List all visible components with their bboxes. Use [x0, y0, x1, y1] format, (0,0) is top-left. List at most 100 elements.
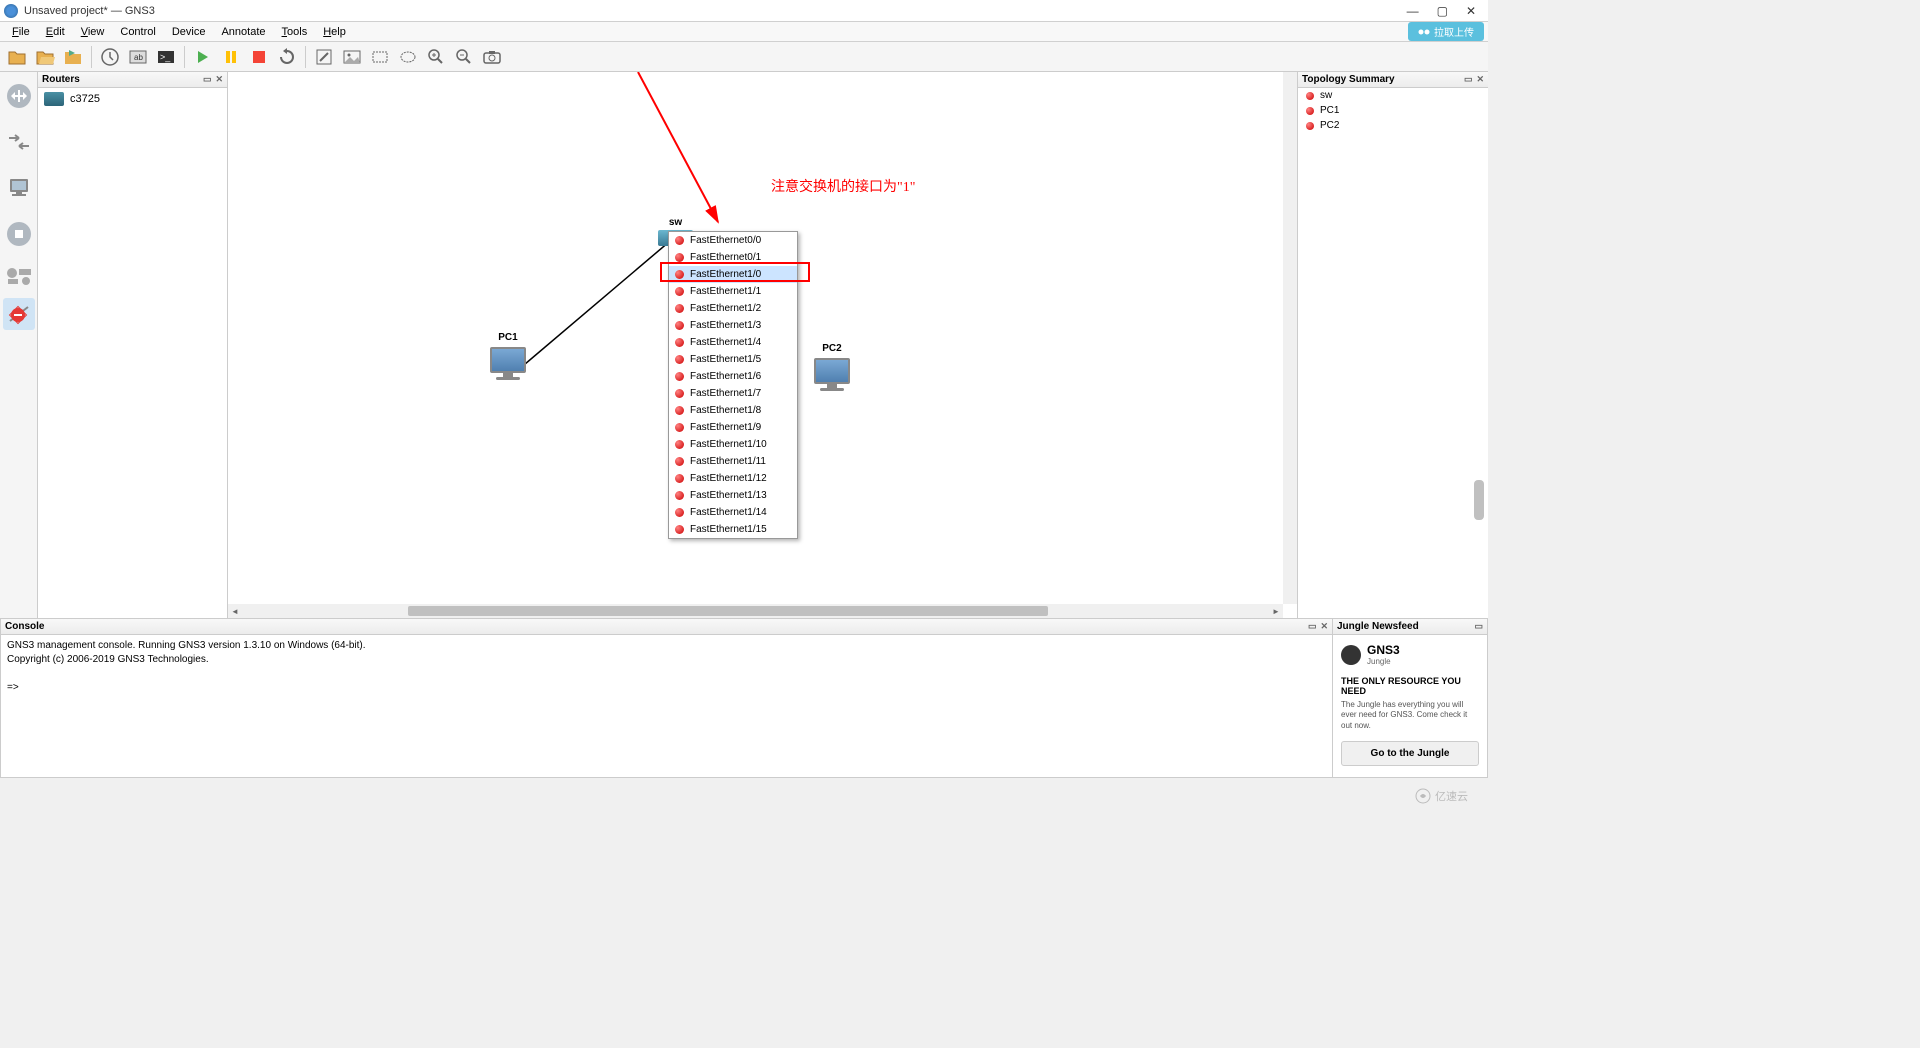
topology-panel-controls: ▭ ✕: [1464, 74, 1484, 85]
image-button[interactable]: [339, 44, 365, 70]
security-devices-button[interactable]: [3, 214, 35, 254]
routers-close-button[interactable]: ✕: [215, 74, 223, 85]
link-tool-button[interactable]: [3, 298, 35, 330]
router-item-label: c3725: [70, 93, 100, 105]
pause-button[interactable]: [218, 44, 244, 70]
scroll-left-arrow[interactable]: ◄: [228, 604, 242, 618]
page-scroll-thumb[interactable]: [1474, 480, 1484, 520]
status-dot-icon: [1306, 92, 1314, 100]
interface-label: FastEthernet1/9: [690, 422, 761, 433]
menu-view[interactable]: View: [73, 24, 113, 40]
topology-node[interactable]: PC2: [1298, 118, 1488, 133]
node-pc1[interactable]: PC1: [488, 332, 528, 382]
interface-option[interactable]: FastEthernet1/5: [669, 351, 797, 368]
switches-category-button[interactable]: [3, 122, 35, 162]
scroll-right-arrow[interactable]: ►: [1269, 604, 1283, 618]
menu-annotate[interactable]: Annotate: [213, 24, 273, 40]
interface-label: FastEthernet1/14: [690, 507, 767, 518]
interface-option[interactable]: FastEthernet0/1: [669, 249, 797, 266]
status-dot-icon: [675, 491, 684, 500]
interface-option[interactable]: FastEthernet1/12: [669, 470, 797, 487]
zoom-in-button[interactable]: [423, 44, 449, 70]
topology-canvas[interactable]: 注意交换机的接口为"1" sw PC1 PC2 FastEthernet0/0F…: [228, 72, 1298, 618]
maximize-button[interactable]: ▢: [1437, 4, 1448, 18]
menu-control[interactable]: Control: [112, 24, 163, 40]
topology-float-button[interactable]: ▭: [1464, 74, 1473, 85]
status-dot-icon: [675, 474, 684, 483]
console-close-button[interactable]: ✕: [1320, 621, 1328, 632]
interface-label: FastEthernet1/11: [690, 456, 766, 467]
minimize-button[interactable]: —: [1407, 4, 1419, 18]
interface-option[interactable]: FastEthernet1/4: [669, 334, 797, 351]
console-line: Copyright (c) 2006-2019 GNS3 Technologie…: [7, 653, 1326, 667]
status-dot-icon: [1306, 122, 1314, 130]
console-float-button[interactable]: ▭: [1308, 621, 1317, 632]
interface-option[interactable]: FastEthernet1/8: [669, 402, 797, 419]
status-dot-icon: [675, 321, 684, 330]
node-pc2[interactable]: PC2: [812, 343, 852, 393]
upload-badge-label: 拉取上传: [1434, 24, 1474, 39]
go-to-jungle-button[interactable]: Go to the Jungle: [1341, 741, 1479, 766]
router-item-c3725[interactable]: c3725: [38, 88, 227, 110]
interface-option[interactable]: FastEthernet1/9: [669, 419, 797, 436]
screenshot-button[interactable]: [479, 44, 505, 70]
menu-file[interactable]: File: [4, 24, 38, 40]
newsfeed-panel-controls: ▭: [1474, 621, 1483, 632]
interface-option[interactable]: FastEthernet1/14: [669, 504, 797, 521]
topology-node[interactable]: PC1: [1298, 103, 1488, 118]
topology-node[interactable]: sw: [1298, 88, 1488, 103]
interface-option[interactable]: FastEthernet1/0: [669, 266, 797, 283]
snapshot-button[interactable]: [97, 44, 123, 70]
note-button[interactable]: [311, 44, 337, 70]
status-dot-icon: [675, 338, 684, 347]
newsfeed-header: Jungle Newsfeed ▭: [1333, 619, 1487, 635]
save-project-button[interactable]: [60, 44, 86, 70]
newsfeed-float-button[interactable]: ▭: [1474, 621, 1483, 632]
interface-option[interactable]: FastEthernet1/11: [669, 453, 797, 470]
interface-option[interactable]: FastEthernet1/10: [669, 436, 797, 453]
start-button[interactable]: [190, 44, 216, 70]
topology-close-button[interactable]: ✕: [1476, 74, 1484, 85]
stop-button[interactable]: [246, 44, 272, 70]
interface-option[interactable]: FastEthernet1/7: [669, 385, 797, 402]
interface-label: FastEthernet1/5: [690, 354, 761, 365]
status-dot-icon: [675, 440, 684, 449]
annotation-text: 注意交换机的接口为"1": [771, 176, 915, 196]
menu-edit[interactable]: Edit: [38, 24, 73, 40]
watermark-text: 亿速云: [1435, 788, 1468, 804]
close-button[interactable]: ✕: [1466, 4, 1476, 18]
upload-badge[interactable]: 拉取上传: [1408, 22, 1484, 41]
canvas-scrollbar-vertical[interactable]: [1283, 72, 1297, 604]
end-devices-button[interactable]: [3, 168, 35, 208]
interface-label: FastEthernet1/4: [690, 337, 761, 348]
ellipse-button[interactable]: [395, 44, 421, 70]
console-all-button[interactable]: >_: [153, 44, 179, 70]
zoom-out-button[interactable]: [451, 44, 477, 70]
all-devices-button[interactable]: [3, 260, 35, 292]
status-dot-icon: [675, 253, 684, 262]
interface-option[interactable]: FastEthernet1/2: [669, 300, 797, 317]
menu-device[interactable]: Device: [164, 24, 214, 40]
menu-help[interactable]: Help: [315, 24, 354, 40]
show-interface-button[interactable]: ab: [125, 44, 151, 70]
newsfeed-panel: Jungle Newsfeed ▭ GNS3 Jungle THE ONLY R…: [1333, 618, 1488, 778]
status-dot-icon: [675, 457, 684, 466]
menu-tools[interactable]: Tools: [274, 24, 316, 40]
interface-option[interactable]: FastEthernet1/1: [669, 283, 797, 300]
routers-float-button[interactable]: ▭: [203, 74, 212, 85]
canvas-scrollbar-horizontal[interactable]: ◄ ►: [228, 604, 1283, 618]
new-project-button[interactable]: [4, 44, 30, 70]
interface-option[interactable]: FastEthernet1/13: [669, 487, 797, 504]
interface-option[interactable]: FastEthernet1/15: [669, 521, 797, 538]
status-dot-icon: [675, 304, 684, 313]
topology-header: Topology Summary ▭ ✕: [1298, 72, 1488, 88]
open-project-button[interactable]: [32, 44, 58, 70]
rectangle-button[interactable]: [367, 44, 393, 70]
scroll-thumb[interactable]: [408, 606, 1048, 616]
reload-button[interactable]: [274, 44, 300, 70]
interface-option[interactable]: FastEthernet0/0: [669, 232, 797, 249]
console-output[interactable]: GNS3 management console. Running GNS3 ve…: [1, 635, 1332, 777]
routers-category-button[interactable]: [3, 76, 35, 116]
interface-option[interactable]: FastEthernet1/6: [669, 368, 797, 385]
interface-option[interactable]: FastEthernet1/3: [669, 317, 797, 334]
